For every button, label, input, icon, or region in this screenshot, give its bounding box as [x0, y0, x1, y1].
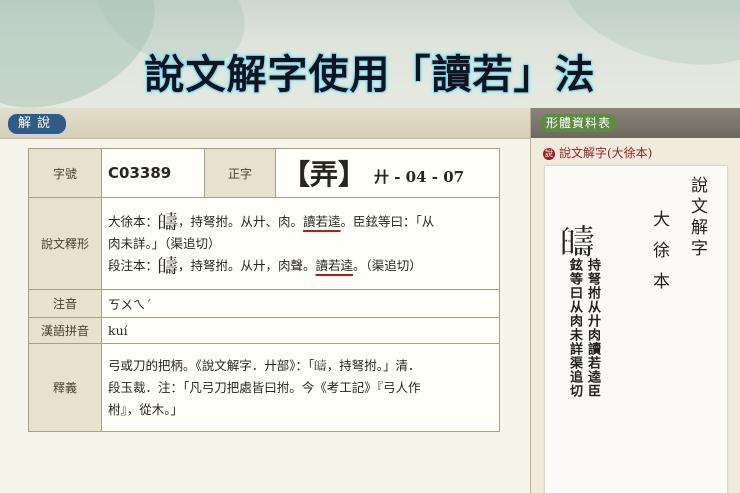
row-label-pinyin: 漢語拼音	[28, 317, 102, 344]
duruo-highlight: 讀若逵	[303, 213, 341, 229]
xu-edition-line: 大徐本：𦦰，持弩拊。从廾、肉。讀若逵。臣鉉等曰：「从	[108, 211, 493, 233]
xu-edition-label: 大徐本：	[108, 213, 159, 229]
seal-glyph: 𦦰	[158, 210, 179, 234]
row-label-zhengzi: 正字	[204, 148, 276, 198]
scan-main-column: 持弩拊从廾肉讀若逵臣	[585, 258, 600, 398]
scan-edition: 大徐本	[649, 210, 669, 303]
scan-title: 說文解字	[687, 176, 707, 260]
book-scan-image: 說文解字 大徐本 𦦰 持弩拊从廾肉讀若逵臣 鉉等曰从肉未詳渠追切	[545, 166, 727, 493]
duruo-highlight: 讀若逵	[315, 257, 354, 273]
scan-seal-glyph: 𦦰	[561, 223, 595, 263]
definition-line: 段玉裁．注：「凡弓刀把處皆曰拊。今《考工記》『弓人作	[108, 379, 421, 395]
radical-stroke: 廾 - 04 - 07	[374, 168, 465, 186]
side-panel-header: 形體資料表	[531, 108, 740, 138]
seal-glyph: 𦦰	[158, 254, 179, 278]
xu-text: 。臣鉉等曰：「从	[340, 213, 435, 229]
panel-header: 解說	[0, 108, 530, 139]
char-code: C03389	[101, 148, 205, 198]
definition-line: 弓或刀的把柄。《說文解字．廾部》：「𦦰，持弩拊。」清．	[108, 357, 421, 373]
duan-edition-line: 段注本：𦦰，持弩拊。从廾，肉聲。讀若逵。（渠追切）	[108, 255, 493, 277]
standard-char-glyph: 【弄】	[282, 158, 367, 191]
source-link[interactable]: 說說文解字(大徐本)	[543, 144, 652, 161]
page-headline: 說文解字使用「讀若」法	[144, 52, 596, 98]
xu-edition-line-2: 肉未詳。」（渠追切）	[108, 235, 221, 251]
scan-side-column: 鉉等曰从肉未詳渠追切	[567, 258, 582, 398]
banner: 說文解字使用「讀若」法	[0, 0, 740, 108]
row-label-zhuyin: 注音	[28, 289, 102, 318]
tab-explanation[interactable]: 解說	[7, 113, 68, 135]
duan-text: 。（渠追切）	[353, 257, 422, 273]
row-label-shiyi: 釋義	[28, 343, 102, 432]
table-row: 說文釋形 大徐本：𦦰，持弩拊。从廾、肉。讀若逵。臣鉉等曰：「从 肉未詳。」（渠追…	[28, 197, 500, 290]
definition-content: 弓或刀的把柄。《說文解字．廾部》：「𦦰，持弩拊。」清． 段玉裁．注：「凡弓刀把處…	[101, 343, 500, 432]
pinyin-value: kuí	[101, 317, 500, 344]
tab-form-data[interactable]: 形體資料表	[540, 114, 618, 132]
table-row: 漢語拼音 kuí	[28, 317, 500, 344]
zhuyin-value: ㄎㄨㄟˊ	[101, 289, 500, 318]
character-table: 字號 C03389 正字 【弄】廾 - 04 - 07 說文釋形 大徐本：𦦰，持…	[28, 148, 500, 432]
source-title: 說文解字(大徐本)	[559, 146, 653, 160]
duan-text: ，持弩拊。从廾，肉聲。	[178, 257, 316, 273]
source-seal-icon: 說	[543, 147, 555, 160]
xu-text: ，持弩拊。从廾、肉。	[178, 213, 304, 229]
standard-char: 【弄】廾 - 04 - 07	[275, 148, 500, 198]
definition-line: 柎』，從木。」	[108, 401, 184, 417]
form-data-panel: 形體資料表 說說文解字(大徐本) 說文解字 大徐本 𦦰 持弩拊从廾肉讀若逵臣 鉉…	[530, 108, 740, 493]
shuowen-content: 大徐本：𦦰，持弩拊。从廾、肉。讀若逵。臣鉉等曰：「从 肉未詳。」（渠追切） 段注…	[101, 197, 500, 290]
explanation-panel: 解說 字號 C03389 正字 【弄】廾 - 04 - 07 說文釋形 大徐本：…	[0, 108, 530, 493]
table-row: 釋義 弓或刀的把柄。《說文解字．廾部》：「𦦰，持弩拊。」清． 段玉裁．注：「凡弓…	[28, 343, 500, 432]
table-row: 注音 ㄎㄨㄟˊ	[28, 289, 500, 318]
duan-edition-label: 段注本：	[108, 257, 159, 273]
table-row: 字號 C03389 正字 【弄】廾 - 04 - 07	[28, 148, 500, 198]
row-label-zihao: 字號	[28, 148, 102, 198]
row-label-shuowen: 說文釋形	[28, 197, 102, 290]
